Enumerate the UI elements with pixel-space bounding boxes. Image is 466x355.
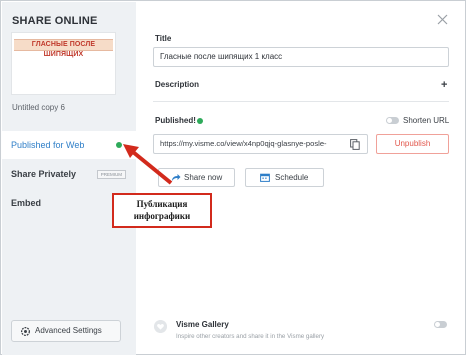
calendar-icon bbox=[260, 173, 270, 182]
heart-icon bbox=[154, 320, 167, 333]
share-dialog: SHARE ONLINE ГЛАСНЫЕ ПОСЛЕ ШИПЯЩИХ Untit… bbox=[0, 0, 466, 355]
schedule-label: Schedule bbox=[275, 173, 309, 182]
sidebar-item-label: Published for Web bbox=[11, 140, 85, 150]
unpublish-button[interactable]: Unpublish bbox=[376, 134, 449, 154]
annotation-arrow-icon bbox=[123, 144, 173, 185]
annotation-callout: Публикация инфографики bbox=[112, 193, 212, 228]
published-status-dot bbox=[197, 118, 203, 124]
published-label: Published! bbox=[155, 116, 196, 125]
plus-icon[interactable]: + bbox=[441, 80, 447, 91]
schedule-button[interactable]: Schedule bbox=[245, 168, 324, 187]
shorten-url-label: Shorten URL bbox=[403, 116, 450, 125]
gear-icon bbox=[21, 327, 30, 336]
public-url-field[interactable]: https://my.visme.co/view/x4np0qjq-glasny… bbox=[153, 134, 368, 154]
share-sidebar: SHARE ONLINE ГЛАСНЫЕ ПОСЛЕ ШИПЯЩИХ Untit… bbox=[2, 2, 136, 355]
visme-gallery-title: Visme Gallery bbox=[176, 320, 229, 329]
sidebar-item-share-privately[interactable]: Share Privately PREMIUM bbox=[2, 160, 136, 188]
advanced-settings-label: Advanced Settings bbox=[35, 326, 102, 335]
annotation-line-2: инфографики bbox=[133, 211, 191, 221]
shorten-url-toggle[interactable] bbox=[386, 117, 399, 124]
visme-gallery-toggle[interactable] bbox=[434, 321, 447, 328]
copy-icon[interactable] bbox=[350, 139, 360, 150]
share-now-label: Share now bbox=[184, 173, 223, 182]
advanced-settings-button[interactable]: Advanced Settings bbox=[11, 320, 121, 342]
project-name: Untitled copy 6 bbox=[12, 103, 65, 112]
visme-gallery-subtitle: Inspire other creators and share it in t… bbox=[176, 333, 325, 340]
sidebar-title: SHARE ONLINE bbox=[12, 15, 98, 27]
close-icon[interactable] bbox=[437, 14, 448, 25]
divider bbox=[153, 101, 449, 102]
public-url-text: https://my.visme.co/view/x4np0qjq-glasny… bbox=[160, 139, 327, 148]
title-input[interactable]: Гласные после шипящих 1 класс bbox=[153, 47, 449, 67]
thumbnail-text: ГЛАСНЫЕ ПОСЛЕ ШИПЯЩИХ bbox=[31, 41, 96, 58]
project-thumbnail: ГЛАСНЫЕ ПОСЛЕ ШИПЯЩИХ bbox=[11, 32, 116, 95]
annotation-line-1: Публикация bbox=[136, 199, 188, 209]
sidebar-item-published-for-web[interactable]: Published for Web bbox=[2, 131, 136, 159]
title-label: Title bbox=[155, 34, 172, 43]
sidebar-item-label: Share Privately bbox=[11, 169, 77, 179]
thumbnail-banner: ГЛАСНЫЕ ПОСЛЕ ШИПЯЩИХ bbox=[14, 39, 113, 58]
description-label[interactable]: Description bbox=[155, 80, 199, 89]
sidebar-item-label: Embed bbox=[11, 198, 42, 208]
